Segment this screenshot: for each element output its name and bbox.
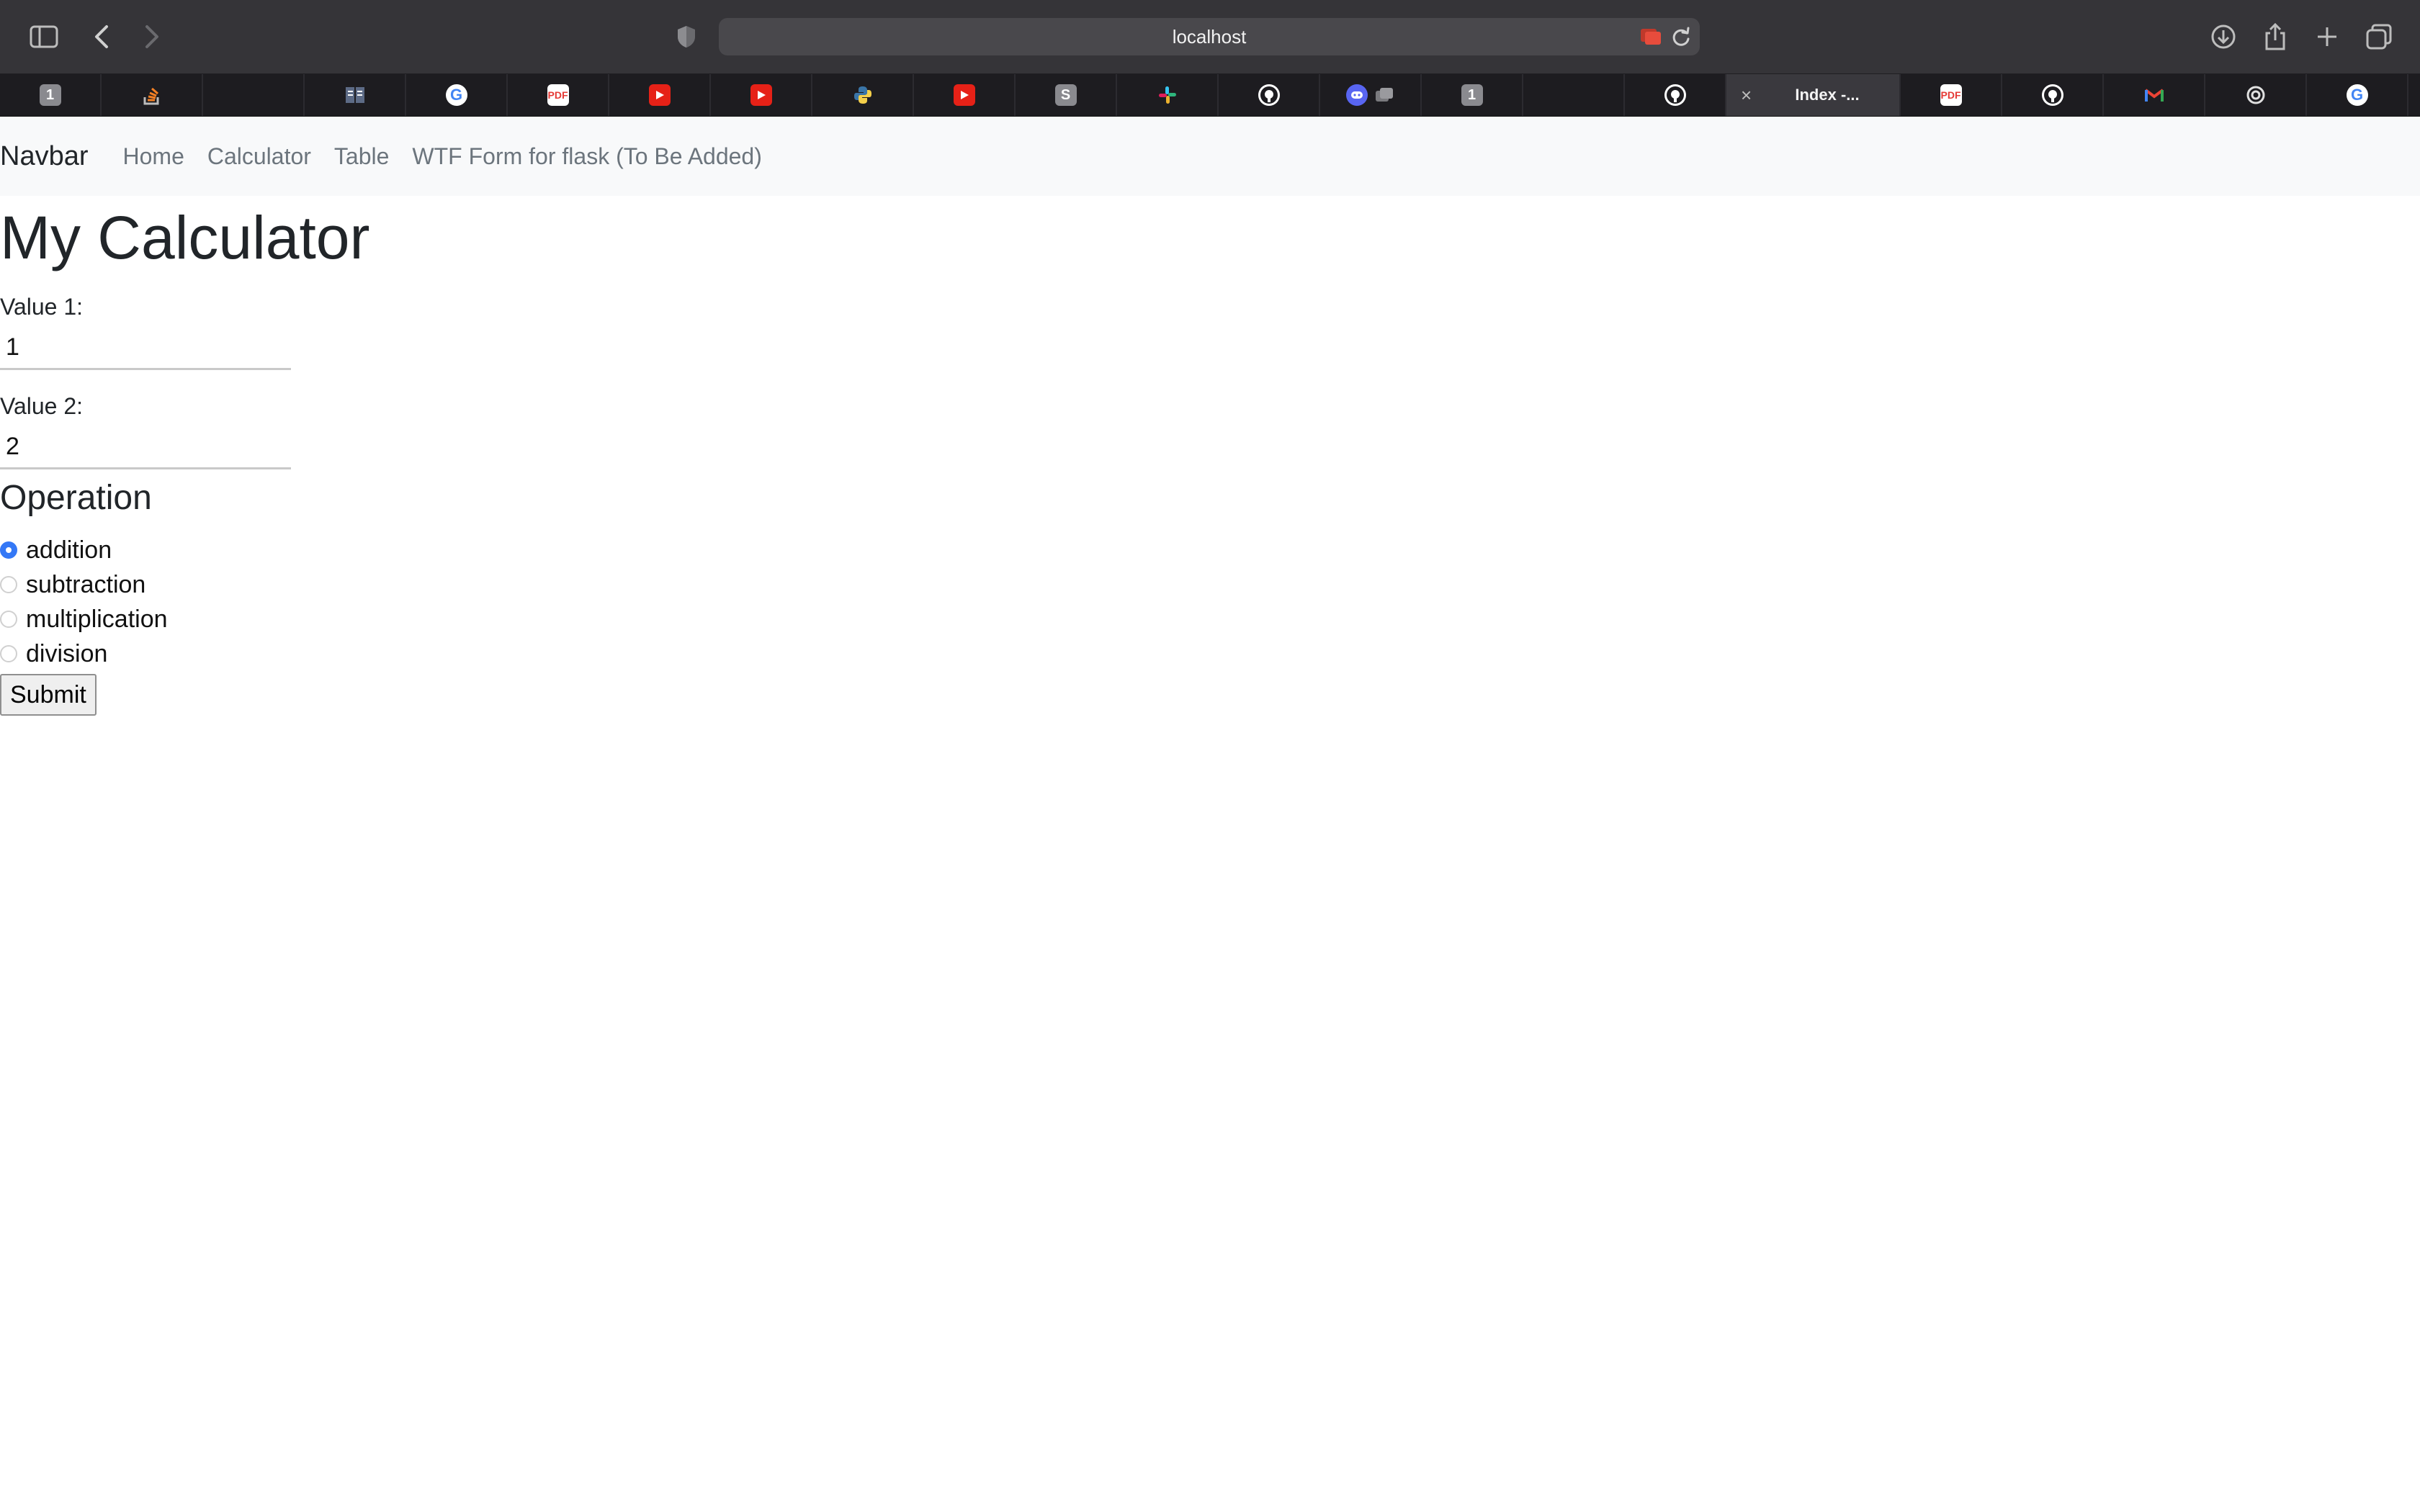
radio-option-addition[interactable]: addition xyxy=(0,533,2420,567)
back-icon[interactable] xyxy=(82,17,121,56)
onepassword-favicon-icon: 1 xyxy=(39,84,61,106)
pdf-favicon-icon: PDF xyxy=(547,84,569,106)
radio-button-addition[interactable] xyxy=(0,541,17,559)
tab[interactable]: S xyxy=(1016,74,1117,116)
forward-icon[interactable] xyxy=(133,17,171,56)
value2-input[interactable] xyxy=(0,426,291,469)
discord-favicon-icon xyxy=(1345,84,1368,106)
radio-label-division: division xyxy=(26,639,108,667)
tab[interactable]: PDF xyxy=(508,74,609,116)
stack-overflow-favicon-icon xyxy=(141,84,163,106)
youtube-favicon-icon xyxy=(953,84,975,106)
tab[interactable] xyxy=(1320,74,1422,116)
tab[interactable] xyxy=(2002,74,2104,116)
submit-button[interactable]: Submit xyxy=(0,674,97,716)
tab-close-icon[interactable]: × xyxy=(1741,84,1752,106)
tab[interactable] xyxy=(609,74,711,116)
navbar: Navbar Home Calculator Table WTF Form fo… xyxy=(0,117,2420,196)
operation-radio-group: addition subtraction multiplication divi… xyxy=(0,533,2420,671)
new-tab-icon[interactable] xyxy=(2308,17,2347,56)
sidebar-toggle-icon[interactable] xyxy=(24,17,63,56)
privacy-shield-icon[interactable] xyxy=(667,17,706,56)
nav-link-table[interactable]: Table xyxy=(334,143,390,170)
screen-record-icon[interactable] xyxy=(1639,27,1662,50)
value1-label: Value 1: xyxy=(0,294,84,320)
radio-label-addition: addition xyxy=(26,536,112,564)
radio-button-multiplication[interactable] xyxy=(0,611,17,628)
onepassword-favicon-icon: 1 xyxy=(1461,84,1483,106)
radio-option-division[interactable]: division xyxy=(0,636,2420,671)
url-text: localhost xyxy=(1172,26,1247,48)
youtube-favicon-icon xyxy=(750,84,772,106)
google-favicon-icon: G xyxy=(2346,84,2368,106)
address-bar[interactable]: localhost xyxy=(719,18,1700,55)
page-title: My Calculator xyxy=(0,204,370,271)
nav-link-wtf-form[interactable]: WTF Form for flask (To Be Added) xyxy=(412,143,761,170)
github-favicon-icon xyxy=(1258,84,1280,106)
navbar-brand[interactable]: Navbar xyxy=(0,141,89,172)
tab[interactable] xyxy=(711,74,812,116)
tab[interactable]: PDF xyxy=(1901,74,2002,116)
reload-icon[interactable] xyxy=(1671,26,1691,51)
reader-favicon-icon xyxy=(344,84,366,106)
radio-label-multiplication: multiplication xyxy=(26,605,168,633)
pdf-favicon-icon: PDF xyxy=(1940,84,1962,106)
tab[interactable]: G xyxy=(406,74,508,116)
active-tab-title: Index -... xyxy=(1795,86,1860,104)
nav-link-calculator[interactable]: Calculator xyxy=(207,143,311,170)
share-icon[interactable] xyxy=(2256,17,2295,56)
tab[interactable]: 1 xyxy=(0,74,102,116)
tab[interactable] xyxy=(812,74,914,116)
tab-group-icon xyxy=(1373,84,1395,106)
scribd-favicon-icon: S xyxy=(1054,84,1077,106)
downloads-icon[interactable] xyxy=(2204,17,2243,56)
value2-label: Value 2: xyxy=(0,393,84,419)
browser-toolbar: localhost xyxy=(0,0,2420,74)
tab[interactable] xyxy=(914,74,1016,116)
radio-button-subtraction[interactable] xyxy=(0,576,17,593)
tab[interactable] xyxy=(2205,74,2307,116)
radio-label-subtraction: subtraction xyxy=(26,570,146,598)
nav-link-home[interactable]: Home xyxy=(123,143,184,170)
tab[interactable] xyxy=(1219,74,1320,116)
tab[interactable]: 1 xyxy=(1422,74,1523,116)
tab[interactable]: G xyxy=(2307,74,2408,116)
github-favicon-icon xyxy=(2041,84,2063,106)
tab[interactable] xyxy=(1117,74,1219,116)
tab[interactable] xyxy=(2104,74,2205,116)
tab[interactable] xyxy=(1523,74,1625,116)
tab[interactable] xyxy=(102,74,203,116)
tab[interactable] xyxy=(305,74,406,116)
slack-favicon-icon xyxy=(1157,84,1178,106)
operation-heading: Operation xyxy=(0,479,152,517)
python-favicon-icon xyxy=(852,84,874,106)
value1-input[interactable] xyxy=(0,327,291,370)
tab[interactable] xyxy=(1625,74,1726,116)
radio-option-subtraction[interactable]: subtraction xyxy=(0,567,2420,602)
google-favicon-icon: G xyxy=(445,84,467,106)
github-favicon-icon xyxy=(1664,84,1686,106)
calculator-form: My Calculator Value 1: Value 2: Operatio… xyxy=(0,196,2420,716)
radio-button-division[interactable] xyxy=(0,645,17,662)
gmail-favicon-icon xyxy=(2143,84,2165,106)
tab[interactable] xyxy=(203,74,305,116)
tab-overview-icon[interactable] xyxy=(2360,17,2398,56)
radio-option-multiplication[interactable]: multiplication xyxy=(0,602,2420,636)
tab-strip: 1 G PDF S 1 × Index -... PDF G xyxy=(0,74,2420,117)
active-tab[interactable]: × Index -... xyxy=(1726,74,1901,116)
openai-favicon-icon xyxy=(2245,84,2267,106)
youtube-favicon-icon xyxy=(648,84,671,106)
